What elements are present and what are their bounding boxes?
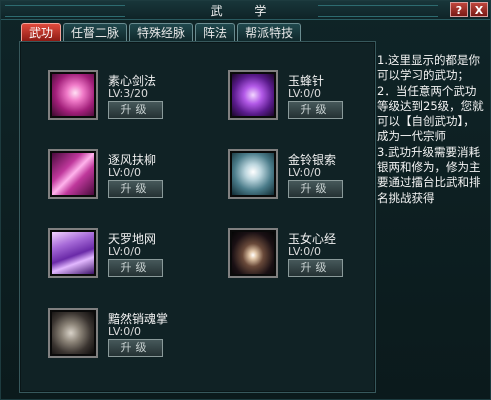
skill-level: LV:0/0 <box>288 166 321 179</box>
tab-special-meridians[interactable]: 特殊经脉 <box>129 23 194 41</box>
info-text: 1.这里显示的都是你可以学习的武功； 2．当任意两个武功等级达到25级，您就可以… <box>377 53 484 205</box>
tab-bar: 武功 任督二脉 特殊经脉 阵法 帮派特技 <box>21 23 302 41</box>
violet-swirl-icon[interactable] <box>228 70 278 120</box>
shadow-face-icon[interactable] <box>48 308 98 358</box>
upgrade-button[interactable]: 升级 <box>288 259 343 277</box>
skill-entry: 天罗地网 LV:0/0 升级 <box>48 228 208 284</box>
skill-entry: 逐风扶柳 LV:0/0 升级 <box>48 149 208 205</box>
skill-entry: 玉女心经 LV:0/0 升级 <box>228 228 388 284</box>
skill-entry: 玉蜂针 LV:0/0 升级 <box>228 70 388 126</box>
galaxy-icon[interactable] <box>228 228 278 278</box>
magenta-streak-icon[interactable] <box>48 149 98 199</box>
tab-formations[interactable]: 阵法 <box>195 23 236 41</box>
tab-guild-skills[interactable]: 帮派特技 <box>237 23 302 41</box>
skill-level: LV:0/0 <box>108 325 141 338</box>
lightning-net-icon[interactable] <box>48 228 98 278</box>
skill-entry: 黯然销魂掌 LV:0/0 升级 <box>48 308 208 364</box>
close-button[interactable]: X <box>470 2 488 17</box>
skill-level: LV:3/20 <box>108 87 148 100</box>
skill-entry: 金铃银索 LV:0/0 升级 <box>228 149 388 205</box>
title-ornament-right <box>318 5 438 17</box>
skill-level: LV:0/0 <box>288 245 321 258</box>
plum-sword-icon[interactable] <box>48 70 98 120</box>
silver-tornado-icon[interactable] <box>228 149 278 199</box>
skill-list-panel: 素心剑法 LV:3/20 升级 玉蜂针 LV:0/0 升级 逐风扶柳 LV:0/… <box>19 41 376 393</box>
upgrade-button[interactable]: 升级 <box>108 101 163 119</box>
upgrade-button[interactable]: 升级 <box>108 259 163 277</box>
martial-arts-window: 武 学 ? X 武功 任督二脉 特殊经脉 阵法 帮派特技 素心剑法 LV:3/2… <box>0 0 491 400</box>
upgrade-button[interactable]: 升级 <box>288 180 343 198</box>
tab-martial-skills[interactable]: 武功 <box>21 23 62 41</box>
skill-level: LV:0/0 <box>288 87 321 100</box>
skill-level: LV:0/0 <box>108 245 141 258</box>
upgrade-button[interactable]: 升级 <box>108 180 163 198</box>
tab-ren-du-meridians[interactable]: 任督二脉 <box>63 23 128 41</box>
upgrade-button[interactable]: 升级 <box>288 101 343 119</box>
title-bar[interactable]: 武 学 ? X <box>1 1 490 20</box>
skill-level: LV:0/0 <box>108 166 141 179</box>
upgrade-button[interactable]: 升级 <box>108 339 163 357</box>
help-button[interactable]: ? <box>450 2 468 17</box>
skill-entry: 素心剑法 LV:3/20 升级 <box>48 70 208 126</box>
